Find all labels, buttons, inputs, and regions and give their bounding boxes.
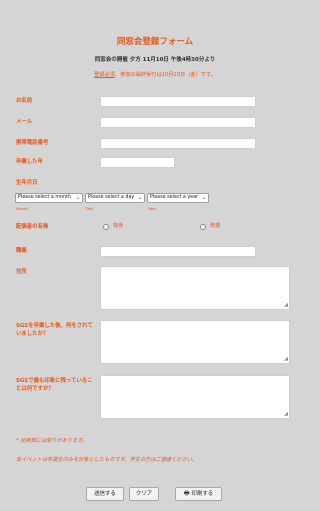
name-label: お名前 [16, 98, 33, 104]
submit-button[interactable]: 送信する [86, 487, 124, 501]
address-textarea[interactable]: ◢ [100, 266, 290, 310]
year-select[interactable]: Please select a year ⌄ [147, 193, 209, 203]
year-hint: Year [148, 206, 157, 211]
clear-button[interactable]: クリア [129, 487, 159, 501]
phone-label: 携帯電話番号 [16, 140, 49, 146]
chevron-down-icon: ⌄ [75, 195, 80, 201]
memorable-label: SGSで最も印象に残っていることは何ですか？ [16, 378, 93, 392]
deadline-note: 、参加の最終受付は10月20日（金）です。 [114, 72, 216, 78]
clear-button-label: クリア [135, 491, 153, 497]
resize-handle-icon[interactable]: ◢ [284, 412, 288, 417]
day-select-value: Please select a day [88, 195, 135, 200]
graduates-only-note: 本イベントは卒業生のみを対象としたものです。学生の方はご遠慮ください。 [16, 457, 198, 463]
seat-limit-note: * 座席数には限りがあります。 [16, 438, 88, 444]
day-select[interactable]: Please select a day ⌄ [85, 193, 145, 203]
registration-form: 同窓会登録フォーム 同窓会の開催 夕方 11月10日 午後4時30分より 登録必… [0, 0, 310, 511]
spouse-label: 配偶者の有無 [16, 224, 49, 230]
chevron-down-icon: ⌄ [201, 195, 206, 201]
print-button[interactable]: 🖶 印刷する [175, 487, 222, 501]
grad-year-label: 卒業した年 [16, 159, 43, 165]
grad-year-input[interactable] [100, 157, 175, 168]
form-title: 同窓会登録フォーム [116, 37, 194, 47]
resize-handle-icon[interactable]: ◢ [284, 357, 288, 362]
radio-single[interactable] [103, 224, 109, 230]
day-hint: Day [86, 206, 94, 211]
chevron-down-icon: ⌄ [137, 195, 142, 201]
submit-button-label: 送信する [94, 491, 116, 497]
form-subtitle: 同窓会の開催 夕方 11月10日 午後4時30分より [94, 57, 216, 63]
after-sgs-label: SGSを卒業した後、何をされていましたか？ [16, 323, 93, 337]
occupation-label: 職業 [16, 248, 27, 254]
birthdate-label: 生年月日 [16, 180, 38, 186]
print-button-label: 印刷する [191, 491, 214, 497]
registration-note: 登録必須、参加の最終受付は10月20日（金）です。 [0, 71, 310, 78]
phone-input[interactable] [100, 138, 256, 149]
radio-married[interactable] [200, 224, 206, 230]
email-label: メール [16, 119, 33, 125]
month-hint: Month [16, 206, 28, 211]
printer-icon: 🖶 [183, 490, 190, 497]
month-select-value: Please select a month [18, 195, 71, 200]
radio-single-label: 独身 [113, 223, 124, 229]
resize-handle-icon[interactable]: ◢ [284, 303, 288, 308]
month-select[interactable]: Please select a month ⌄ [15, 193, 83, 203]
after-sgs-textarea[interactable]: ◢ [100, 320, 290, 364]
year-select-value: Please select a year [150, 195, 199, 200]
address-label: 住所 [16, 269, 27, 275]
email-input[interactable] [100, 117, 256, 128]
name-input[interactable] [100, 96, 256, 107]
radio-married-label: 既婚 [210, 223, 221, 229]
memorable-textarea[interactable]: ◢ [100, 375, 290, 419]
required-note: 登録必須 [94, 72, 115, 78]
occupation-input[interactable] [100, 246, 256, 257]
